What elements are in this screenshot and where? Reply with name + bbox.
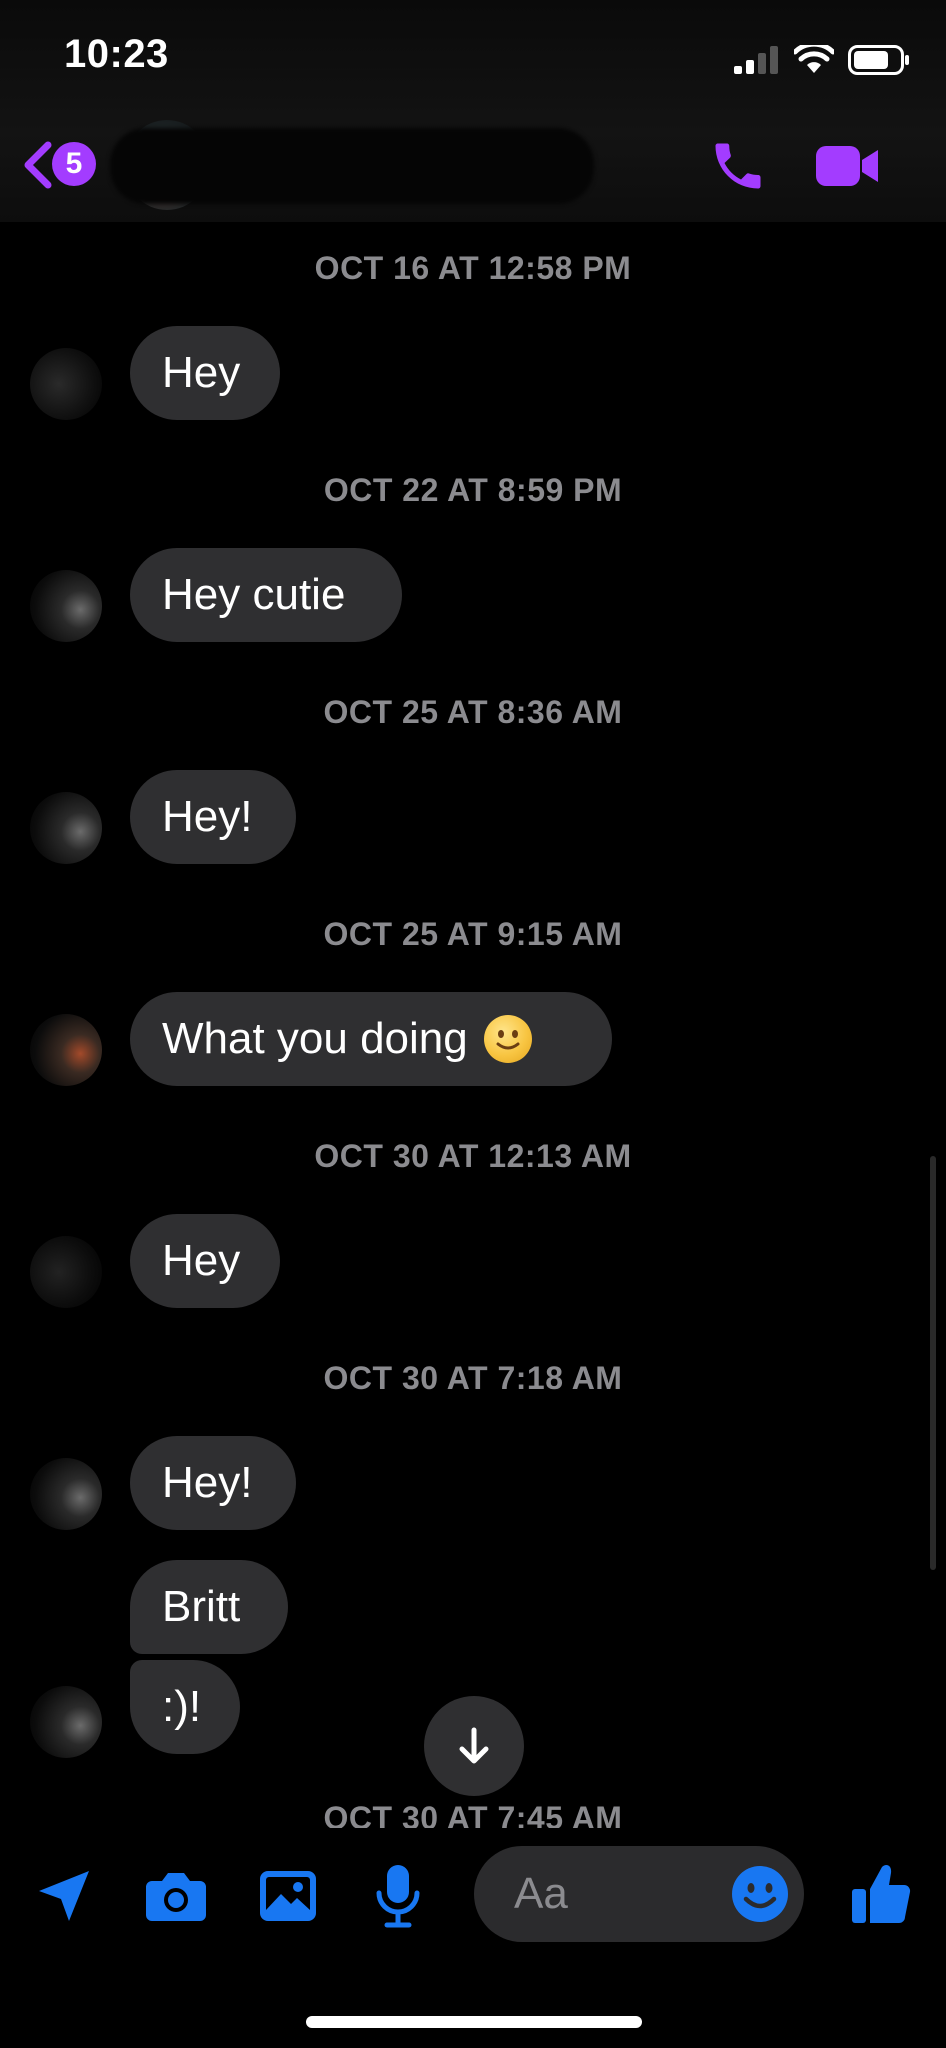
timestamp: OCT 22 AT 8:59 PM [323,472,623,508]
location-arrow-icon [39,1871,89,1921]
video-camera-icon [816,146,878,186]
scroll-to-bottom-button[interactable] [424,1696,524,1796]
timestamp-text: OCT 30 AT 7:45 AM [323,1800,623,1828]
cellular-signal-icon [734,46,778,74]
phone-icon [715,143,761,189]
timestamp: OCT 30 AT 7:18 AM [323,1360,623,1396]
timestamp: OCT 30 AT 12:13 AM [314,1138,632,1174]
sender-avatar[interactable] [30,1458,102,1530]
message-bubble[interactable]: Hey [130,1214,280,1308]
status-time: 10:23 [64,32,169,76]
video-call-button[interactable] [814,140,882,192]
contact-name-redacted[interactable] [110,128,594,204]
microphone-icon [376,1865,420,1928]
sender-avatar[interactable] [30,792,102,864]
camera-icon [146,1873,206,1921]
sender-avatar[interactable] [30,348,102,420]
location-button[interactable] [32,1864,96,1928]
battery-icon [848,45,909,75]
message-bubble[interactable]: :)! [130,1660,240,1754]
status-bar: 10:23 [0,0,946,120]
wifi-icon [794,45,834,73]
scrollbar[interactable] [930,1156,936,1570]
message-bubble[interactable]: What you doing [130,992,612,1086]
voice-message-button[interactable] [370,1860,426,1932]
message-bubble[interactable]: Hey! [130,1436,296,1530]
photo-icon [260,1871,316,1921]
message-bubble[interactable]: Hey! [130,770,296,864]
sender-avatar[interactable] [30,1686,102,1758]
timestamp: OCT 25 AT 8:36 AM [323,694,623,730]
thumbs-up-icon [852,1865,911,1923]
sender-avatar[interactable] [30,1236,102,1308]
timestamp: OCT 16 AT 12:58 PM [314,250,632,286]
unread-count-badge: 5 [52,142,96,186]
timestamp: OCT 25 AT 9:15 AM [323,916,623,952]
emoji-icon [732,1866,788,1922]
chevron-left-icon [24,141,52,189]
home-indicator[interactable] [306,2016,642,2028]
like-button[interactable] [846,1858,916,1928]
emoji-button[interactable] [730,1864,790,1924]
arrow-down-icon [459,1727,489,1764]
message-bubble[interactable]: Hey [130,326,280,420]
timestamp: OCT 30 AT 7:45 AM [0,1800,946,1828]
back-button[interactable]: 5 [20,138,104,192]
message-text: What you doing [162,1014,468,1063]
sender-avatar[interactable] [30,570,102,642]
message-bubble[interactable]: Hey cutie [130,548,402,642]
sender-avatar[interactable] [30,1014,102,1086]
slightly-smiling-face-icon [483,1015,532,1063]
audio-call-button[interactable] [708,136,768,196]
status-icons [734,42,910,78]
camera-button[interactable] [142,1864,210,1928]
photo-button[interactable] [256,1864,320,1928]
message-bubble[interactable]: Britt [130,1560,288,1654]
